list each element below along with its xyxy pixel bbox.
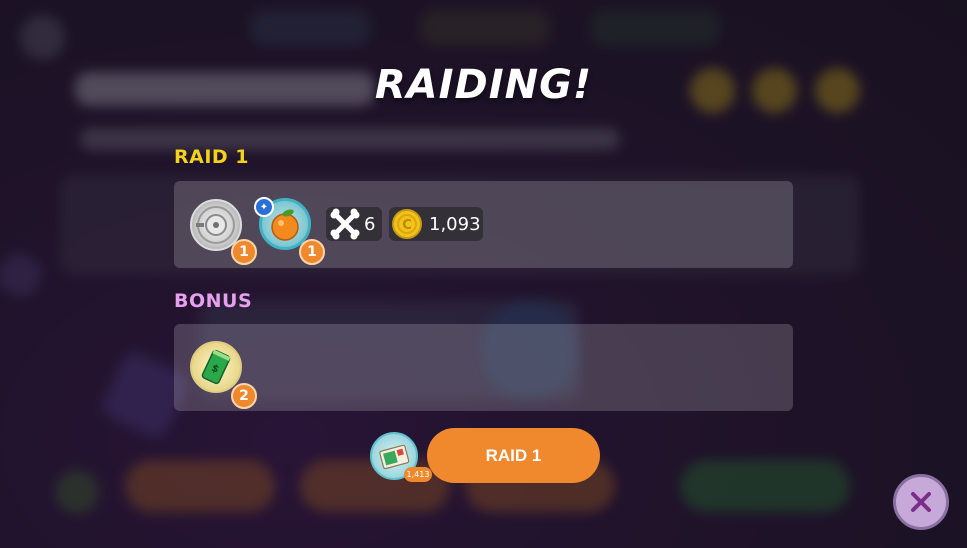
green-can-icon: $ — [201, 349, 231, 385]
gold-amount: 1,093 — [429, 213, 481, 235]
raid-button[interactable]: RAID 1 — [427, 428, 600, 483]
boost-icon: ✦ — [254, 197, 274, 217]
bones-reward-chip: 6 — [326, 207, 382, 241]
gold-coin-icon: C — [392, 209, 422, 239]
bonus-rewards-panel — [174, 324, 793, 411]
green-can-item[interactable]: $ — [190, 341, 242, 393]
raid-section-label: RAID 1 — [174, 146, 250, 168]
silver-disc-icon — [196, 206, 235, 244]
bones-icon — [330, 208, 360, 240]
gold-reward-chip: C 1,093 — [389, 207, 483, 241]
green-can-quantity: 2 — [231, 383, 257, 409]
close-icon — [911, 492, 931, 512]
close-button[interactable] — [893, 474, 949, 530]
silver-disc-quantity: 1 — [231, 239, 257, 265]
bonus-section-label: BONUS — [174, 290, 253, 312]
svg-text:C: C — [402, 218, 412, 233]
modal-title: RAIDING! — [374, 62, 593, 108]
bones-count: 6 — [364, 213, 376, 235]
orange-fruit-quantity: 1 — [299, 239, 325, 265]
raid-ticket-count: 1,413 — [404, 467, 432, 482]
